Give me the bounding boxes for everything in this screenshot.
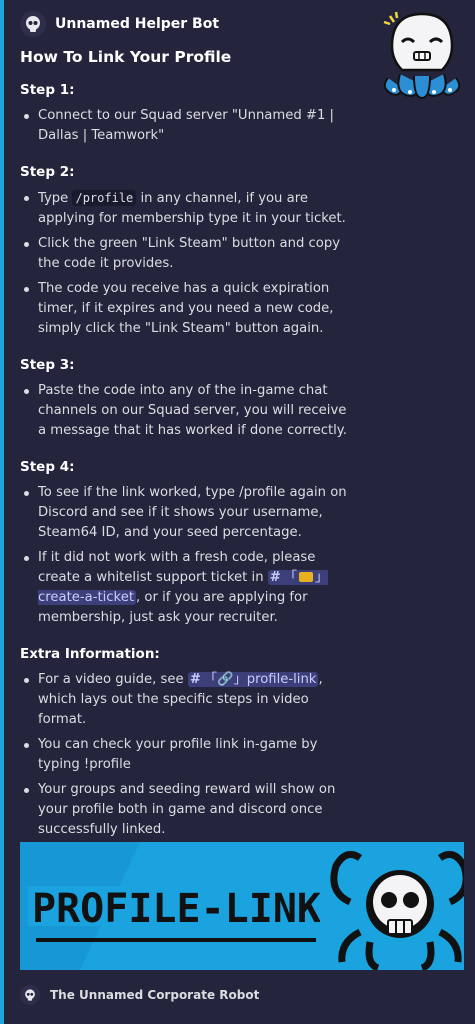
step-3-heading: Step 3: xyxy=(20,357,75,373)
extra-info-heading: Extra Information: xyxy=(20,646,160,662)
list-item: Type /profile in any channel, if you are… xyxy=(20,188,350,229)
list-item: If it did not work with a fresh code, pl… xyxy=(20,548,350,628)
banner-text: PROFILE-LINK xyxy=(32,886,321,932)
inline-code: /profile xyxy=(72,190,137,206)
bracket: 」 xyxy=(233,672,247,687)
embed-footer: The Unnamed Corporate Robot xyxy=(20,985,259,1005)
step-1-section: Step 1: Connect to our Squad server "Unn… xyxy=(20,80,350,146)
list-item: You can check your profile link in-game … xyxy=(20,735,350,775)
list-item: Paste the code into any of the in-game c… xyxy=(20,381,350,441)
ticket-icon xyxy=(299,572,313,582)
list-item: Your groups and seeding reward will show… xyxy=(20,780,350,840)
author-name[interactable]: Unnamed Helper Bot xyxy=(55,16,219,32)
channel-name: profile-link xyxy=(246,672,317,687)
bracket: 」 xyxy=(315,570,329,585)
embed-card: Unnamed Helper Bot How To Link Your Prof… xyxy=(0,0,475,1024)
profile-link-banner[interactable]: PROFILE-LINK xyxy=(20,842,464,970)
extra-info-section: Extra Information: For a video guide, se… xyxy=(20,644,350,840)
step-4-section: Step 4: To see if the link worked, type … xyxy=(20,457,350,628)
footer-text: The Unnamed Corporate Robot xyxy=(50,988,260,1002)
bot-avatar[interactable] xyxy=(20,11,46,37)
list-item: The code you receive has a quick expirat… xyxy=(20,279,350,339)
link-icon: 🔗 xyxy=(217,672,234,687)
bracket: 「 xyxy=(283,570,297,585)
step-2-section: Step 2: Type /profile in any channel, if… xyxy=(20,162,350,339)
footer-avatar xyxy=(20,985,40,1005)
step-2-heading: Step 2: xyxy=(20,164,75,180)
step-4-heading: Step 4: xyxy=(20,459,75,475)
list-item: For a video guide, see # 「🔗」profile-link,… xyxy=(20,670,350,730)
embed-title: How To Link Your Profile xyxy=(20,48,232,66)
channel-mention-profile-link[interactable]: # 「🔗」profile-link xyxy=(187,672,319,687)
skull-icon xyxy=(25,989,35,1001)
list-item: Click the green "Link Steam" button and … xyxy=(20,234,350,274)
embed-author: Unnamed Helper Bot xyxy=(20,11,219,37)
step-1-heading: Step 1: xyxy=(20,82,75,98)
hash-icon: # xyxy=(189,672,201,687)
channel-name: create-a-ticket xyxy=(38,590,134,605)
list-item: To see if the link worked, type /profile… xyxy=(20,483,350,543)
text: Type xyxy=(38,191,73,206)
text: For a video guide, see xyxy=(38,672,188,687)
list-item: Connect to our Squad server "Unnamed #1 … xyxy=(20,106,350,146)
skull-icon xyxy=(26,16,40,32)
embed-description: Step 1: Connect to our Squad server "Unn… xyxy=(20,80,350,856)
hash-icon: # xyxy=(269,570,281,585)
octopus-mascot-icon[interactable] xyxy=(374,8,470,104)
step-3-section: Step 3: Paste the code into any of the i… xyxy=(20,355,350,441)
bracket: 「 xyxy=(203,672,218,687)
